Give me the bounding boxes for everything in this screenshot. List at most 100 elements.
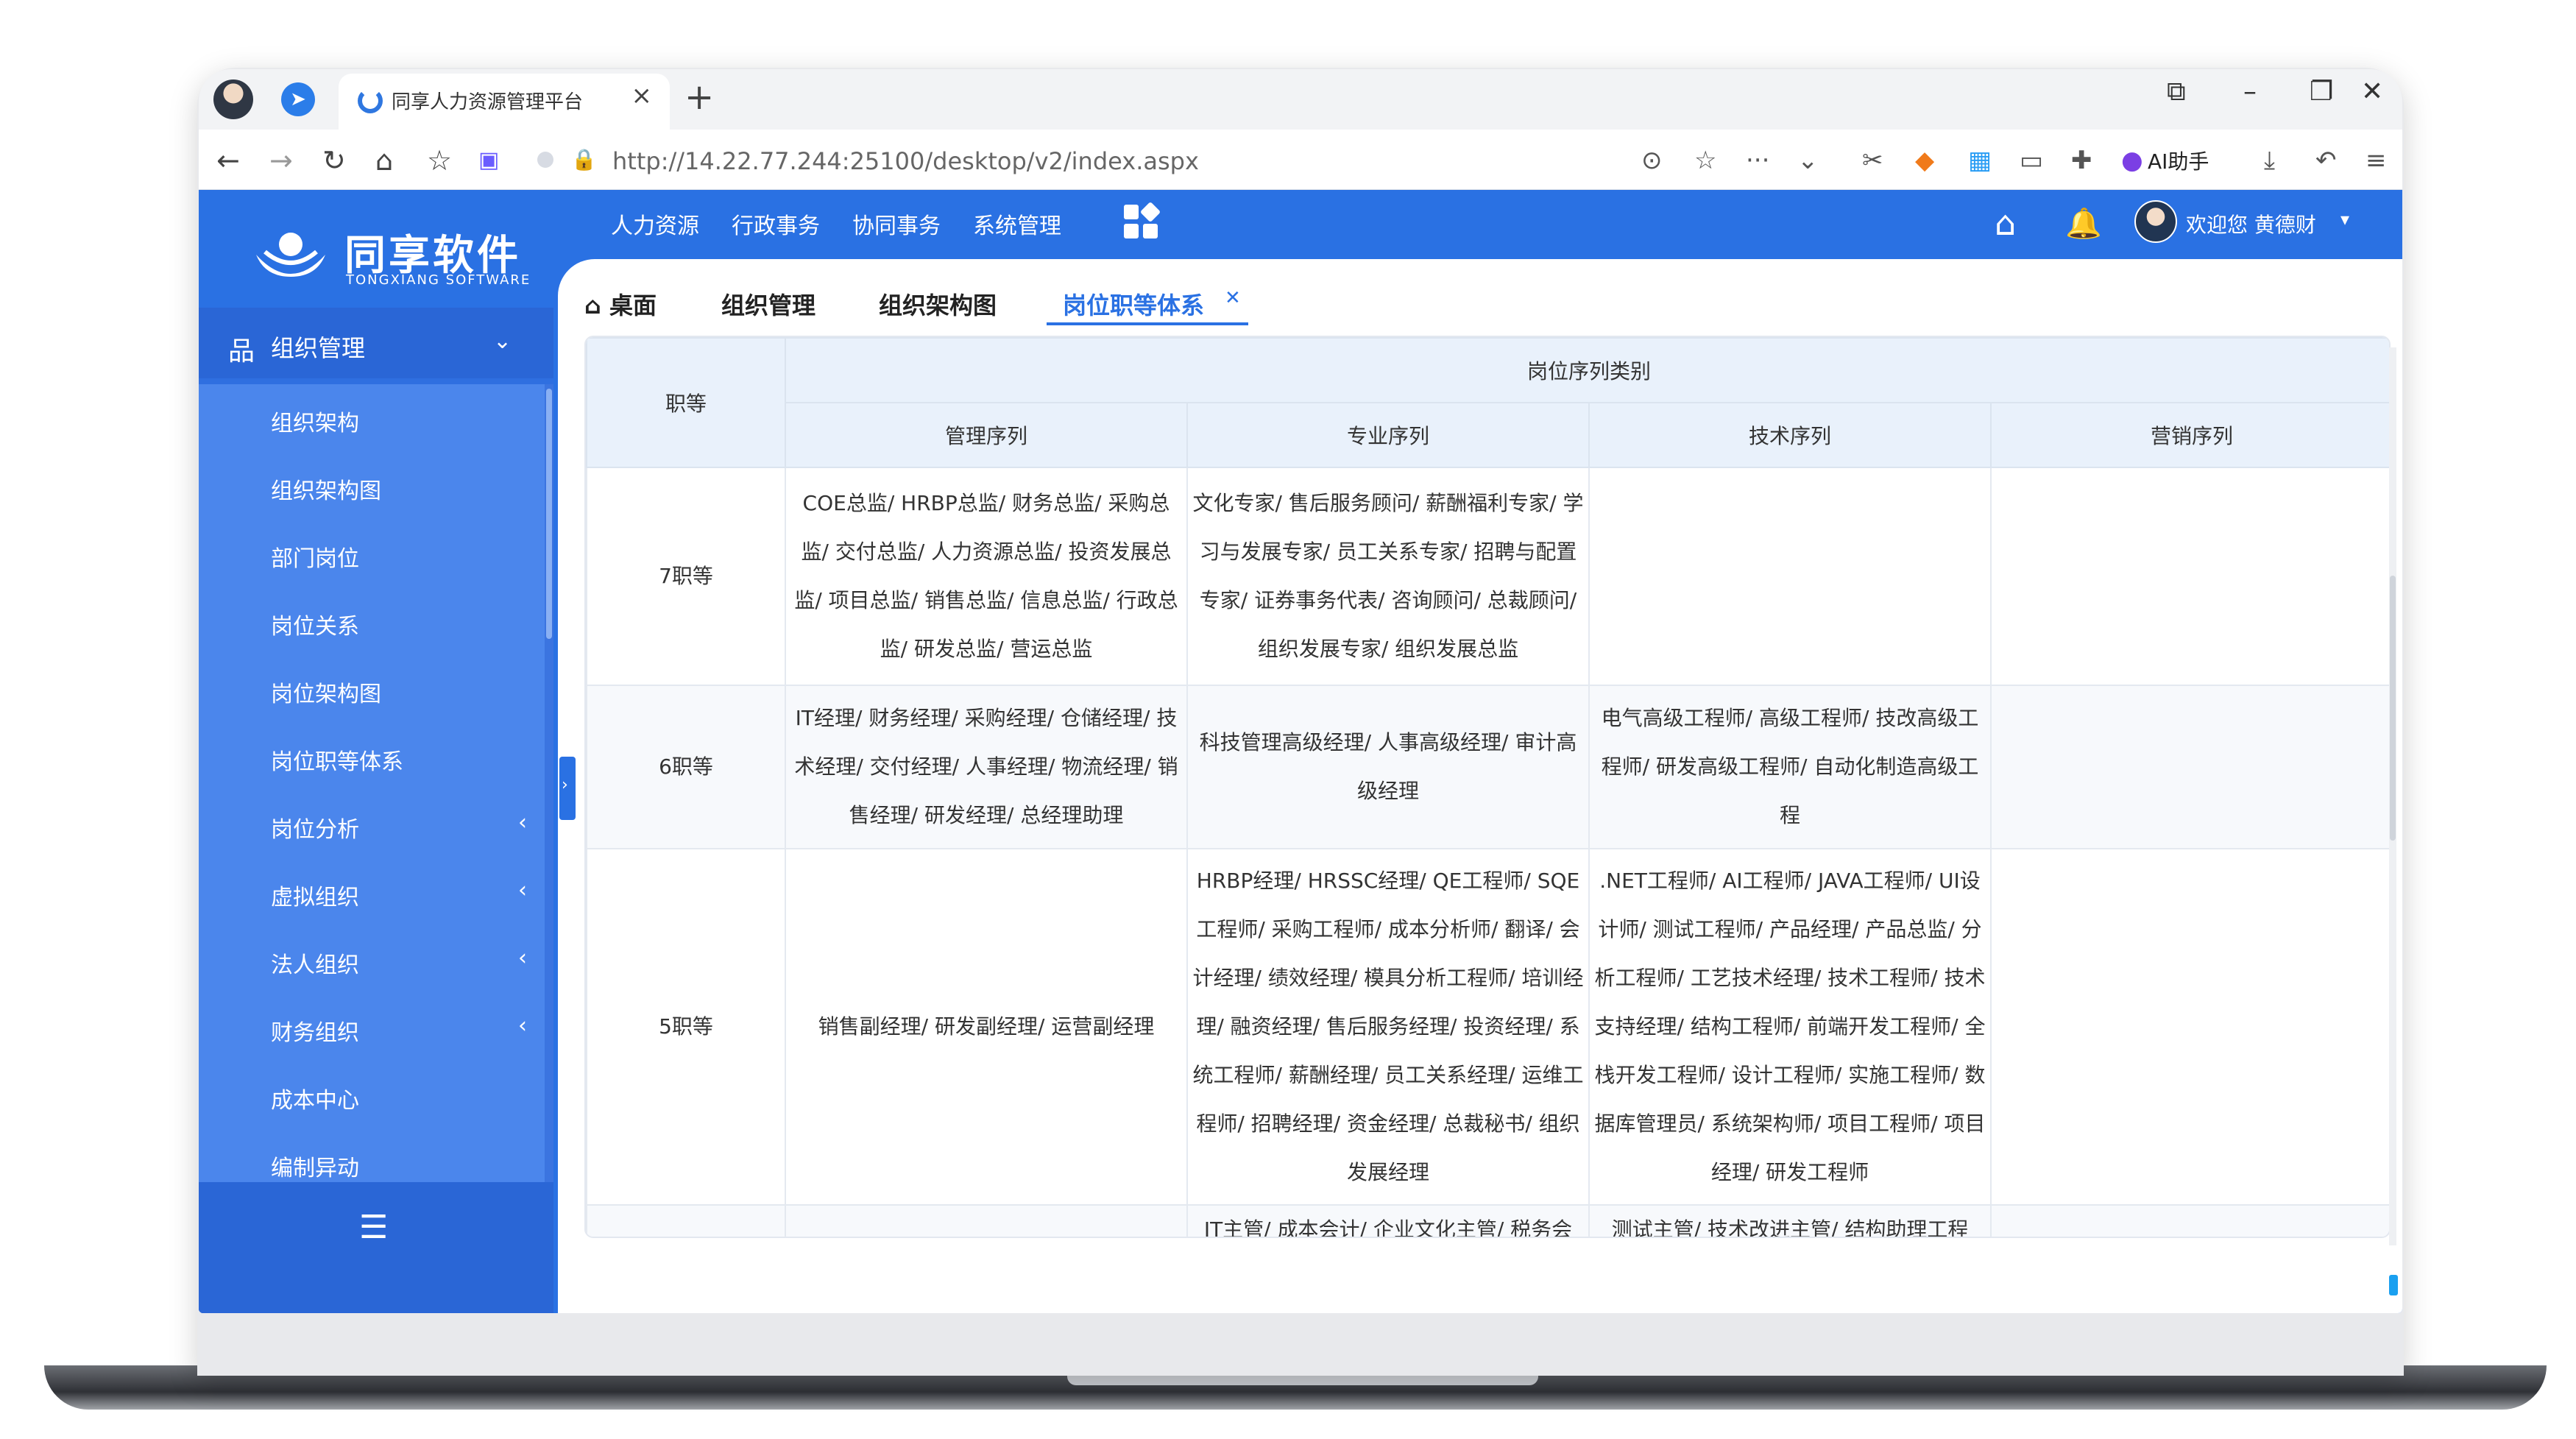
chevron-left-icon: ‹ [518, 877, 527, 903]
column-header: 专业序列 [1186, 402, 1590, 468]
table-cell: HRBP经理/ HRSSC经理/ QE工程师/ SQE工程师/ 采购工程师/ 成… [1186, 848, 1590, 1206]
ai-assistant-label[interactable]: AI助手 [2148, 146, 2209, 175]
active-tab-indicator [1047, 322, 1248, 325]
user-greeting[interactable]: 欢迎您 黄德财 [2186, 209, 2316, 238]
telegram-icon[interactable]: ➤ [281, 82, 315, 116]
extensions-puzzle-icon[interactable]: ✚ [2071, 146, 2092, 175]
table-cell: 销售副经理/ 研发副经理/ 运营副经理 [785, 848, 1188, 1206]
location-icon[interactable]: ⊙ [1641, 146, 1663, 175]
user-avatar[interactable] [2134, 200, 2177, 243]
grade-cell [586, 1204, 786, 1237]
home-icon[interactable]: ⌂ [1995, 203, 2016, 243]
sidebar-panel-icon[interactable]: ▭ [2020, 146, 2043, 175]
org-tree-icon: 品 [228, 336, 255, 367]
grade-cell: 5职等 [586, 848, 786, 1206]
back-icon[interactable]: ← [216, 144, 240, 177]
collapse-menu-icon[interactable]: ☰ [359, 1209, 388, 1246]
sidebar-group-org[interactable]: 品 组织管理 ⌄ [199, 308, 553, 378]
site-info-icon[interactable] [537, 152, 553, 168]
chevron-left-icon: ‹ [518, 945, 527, 971]
menu-icon[interactable]: ≡ [2366, 146, 2387, 175]
top-menu-item[interactable]: 行政事务 [732, 208, 820, 247]
sidebar-item[interactable]: 组织架构图 [271, 473, 381, 505]
table-cell [1989, 1204, 2389, 1237]
url-text[interactable]: http://14.22.77.244:25100/desktop/v2/ind… [612, 147, 1199, 175]
more-dots-icon[interactable]: ··· [1746, 146, 1769, 175]
close-tab-icon[interactable]: ✕ [1225, 287, 1241, 309]
chevron-right-icon: › [562, 776, 568, 794]
scroll-indicator [2389, 1275, 2398, 1295]
image-extension-icon[interactable]: ▦ [1968, 146, 1992, 175]
undo-icon[interactable]: ↶ [2315, 146, 2337, 175]
download-icon[interactable]: ⤓ [2264, 146, 2275, 175]
game-extension-icon[interactable]: ◆ [1915, 146, 1934, 175]
tab-org-chart[interactable]: 组织架构图 [879, 287, 997, 321]
tab-position-grade-system[interactable]: 岗位职等体系 [1063, 287, 1204, 321]
table-cell [1989, 467, 2389, 686]
home-icon: ⌂ [584, 291, 610, 319]
ai-assistant-icon[interactable]: ● [2121, 146, 2143, 175]
browser-tab-active[interactable]: 同享人力资源管理平台 × [339, 74, 670, 130]
sidebar-item[interactable]: 组织架构 [271, 405, 359, 437]
insecure-lock-icon[interactable]: 🔒 [571, 147, 597, 172]
url-field[interactable]: 🔒 http://14.22.77.244:25100/desktop/v2/i… [530, 138, 1892, 181]
home-icon[interactable]: ⌂ [375, 144, 393, 177]
sidebar-item[interactable]: 虚拟组织 [271, 879, 359, 911]
sidebar-scrollbar-thumb[interactable] [546, 389, 552, 639]
sidebar-item[interactable]: 编制异动 [271, 1150, 359, 1182]
table-cell [1588, 467, 1992, 686]
favorites-icon[interactable]: ☆ [427, 144, 452, 177]
tab-desktop[interactable]: ⌂ 桌面 [584, 287, 657, 321]
bookmark-star-icon[interactable]: ☆ [1694, 146, 1716, 175]
sidebar-footer: ☰ [199, 1182, 553, 1313]
top-menu-item[interactable]: 人力资源 [611, 208, 699, 247]
tab-org-management[interactable]: 组织管理 [721, 287, 815, 321]
restore-icon[interactable]: ❐ [2310, 77, 2333, 107]
sidebar-item[interactable]: 岗位关系 [271, 608, 359, 640]
minimize-icon[interactable]: – [2243, 77, 2257, 107]
apps-grid-icon[interactable] [1124, 201, 1161, 240]
sequence-group-header: 岗位序列类别 [784, 337, 2389, 403]
laptop-notch [1067, 1375, 1538, 1385]
profile-avatar-icon[interactable] [213, 79, 253, 119]
main-panel: ⌂ 桌面 组织管理 组织架构图 岗位职等体系 ✕ › 职等 岗位序列类别 管理序… [558, 259, 2402, 1313]
sidebar-item[interactable]: 成本中心 [271, 1082, 359, 1114]
sidebar-toggle-handle[interactable]: › [559, 757, 576, 820]
sidebar-item[interactable]: 法人组织 [271, 947, 359, 979]
table-cell: 文化专家/ 售后服务顾问/ 薪酬福利专家/ 学习与发展专家/ 员工关系专家/ 招… [1186, 467, 1590, 686]
chevron-down-icon: ⌄ [493, 328, 512, 354]
sidebar-item[interactable]: 岗位架构图 [271, 676, 381, 708]
reload-icon[interactable]: ↻ [322, 144, 346, 177]
bell-icon[interactable]: 🔔 [2065, 206, 2102, 241]
user-menu-caret-icon[interactable]: ▾ [2340, 209, 2349, 230]
close-tab-icon[interactable]: × [631, 81, 653, 110]
chevron-left-icon: ‹ [518, 810, 527, 835]
ai-extension-icon[interactable]: ▣ [478, 147, 499, 173]
site-favicon-icon [358, 88, 383, 113]
sidebar-item[interactable]: 部门岗位 [271, 540, 359, 573]
hr-app: 同享软件 TONGXIANG SOFTWARE 人力资源 行政事务 协同事务 系… [199, 190, 2402, 1313]
grade-column-header: 职等 [586, 337, 786, 468]
close-window-icon[interactable]: ✕ [2361, 77, 2383, 107]
tab-search-icon[interactable]: ⧉ [2167, 77, 2186, 107]
table-row: 5职等 销售副经理/ 研发副经理/ 运营副经理 HRBP经理/ HRSSC经理/… [586, 848, 2389, 1206]
top-menu-item[interactable]: 系统管理 [973, 208, 1061, 247]
forward-icon[interactable]: → [269, 144, 293, 177]
company-logo-icon [256, 233, 325, 277]
sidebar-item[interactable]: 财务组织 [271, 1014, 359, 1047]
logo-subtitle: TONGXIANG SOFTWARE [346, 272, 531, 288]
table-cell [785, 1204, 1188, 1237]
new-tab-icon[interactable]: + [684, 77, 714, 118]
table-row: 6职等 IT经理/ 财务经理/ 采购经理/ 仓储经理/ 技术经理/ 交付经理/ … [586, 685, 2389, 849]
grade-cell: 7职等 [586, 467, 786, 686]
sidebar-list: 组织架构 组织架构图 部门岗位 岗位关系 岗位架构图 岗位职等体系 岗位分析 ‹… [199, 384, 545, 1182]
chevron-down-icon[interactable]: ⌄ [1797, 146, 1819, 175]
sidebar-item[interactable]: 岗位职等体系 [271, 743, 403, 776]
table-cell [1989, 848, 2389, 1206]
table-scrollbar-thumb[interactable] [2390, 576, 2396, 841]
scissors-icon[interactable]: ✂ [1862, 146, 1883, 175]
top-menu-item[interactable]: 协同事务 [852, 208, 941, 247]
chevron-left-icon: ‹ [518, 1013, 527, 1039]
sidebar-item[interactable]: 岗位分析 [271, 811, 359, 844]
column-header: 营销序列 [1989, 402, 2389, 468]
